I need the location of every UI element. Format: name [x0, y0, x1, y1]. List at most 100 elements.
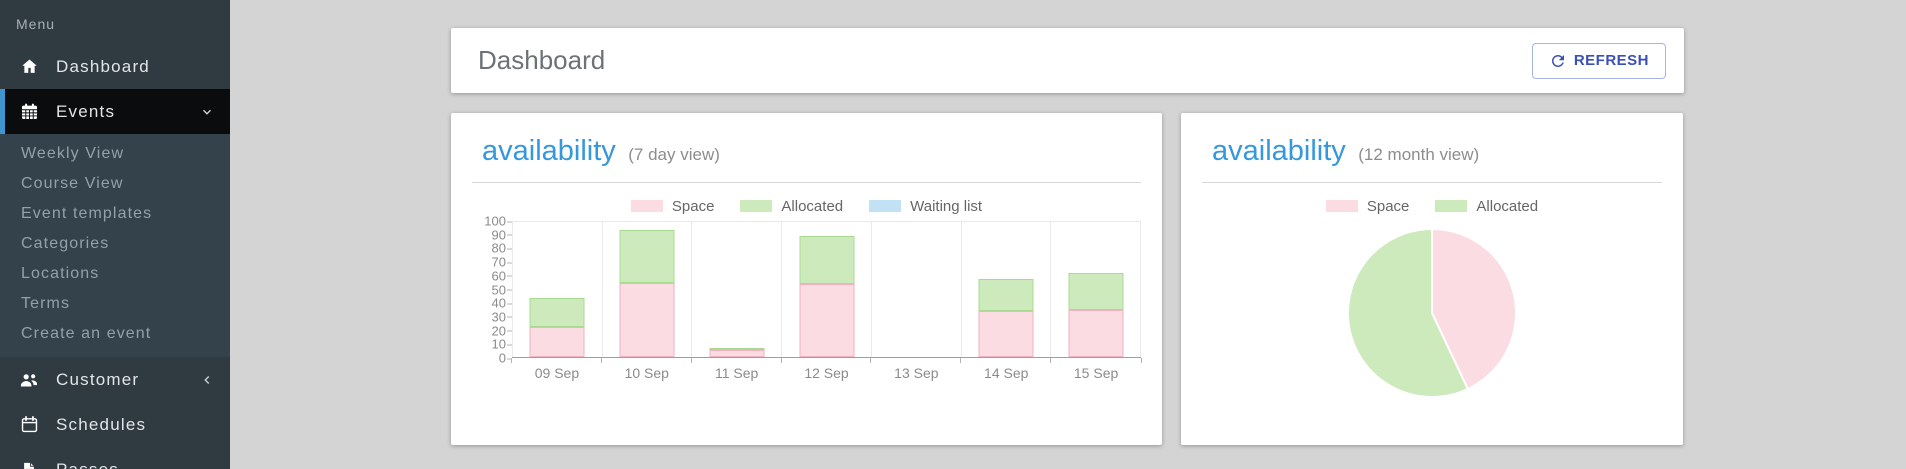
- legend-label: Space: [1366, 197, 1410, 215]
- refresh-button[interactable]: REFRESH: [1531, 42, 1666, 79]
- sidebar-item-event-templates[interactable]: Event templates: [0, 199, 230, 229]
- legend-item-waiting-list[interactable]: Waiting list: [869, 198, 982, 215]
- divider: [1202, 182, 1662, 183]
- users-icon: [16, 370, 42, 390]
- card-subtitle: (7 day view): [628, 145, 720, 164]
- sidebar-item-label: Schedules: [56, 414, 147, 434]
- file-icon: [16, 461, 42, 469]
- stacked-bar: [799, 222, 855, 357]
- bar-segment-space: [799, 284, 855, 357]
- bar-segment-allocated: [619, 230, 675, 283]
- x-tick-label: 12 Sep: [780, 358, 872, 381]
- legend-item-space[interactable]: Space: [630, 197, 715, 215]
- sidebar-item-dashboard[interactable]: Dashboard: [0, 44, 230, 89]
- legend-swatch: [1435, 200, 1468, 212]
- bar-slot: [870, 222, 961, 357]
- page-title: Dashboard: [478, 45, 606, 75]
- y-tick-label: 60: [491, 268, 513, 284]
- sidebar-item-label: Dashboard: [56, 56, 150, 76]
- bar-slot: [601, 222, 692, 357]
- legend-label: Waiting list: [910, 197, 983, 215]
- card-subtitle: (12 month view): [1358, 145, 1480, 164]
- stacked-bar: [529, 222, 585, 357]
- legend-item-allocated[interactable]: Allocated: [1435, 198, 1538, 215]
- bar-slot: [781, 222, 871, 357]
- bar-segment-space: [709, 350, 765, 357]
- refresh-label: REFRESH: [1573, 52, 1649, 69]
- main-content: Dashboard REFRESH availability (7 day vi…: [230, 0, 1906, 469]
- sidebar-item-categories[interactable]: Categories: [0, 229, 230, 259]
- bar-legend: Space Allocated Waiting list: [472, 195, 1141, 217]
- card-header: availability (12 month view): [1202, 135, 1662, 168]
- sidebar-item-events[interactable]: Events: [0, 89, 230, 134]
- x-tick-label: 11 Sep: [690, 358, 782, 381]
- stacked-bar: [709, 222, 765, 357]
- legend-label: Allocated: [781, 197, 844, 215]
- legend-label: Allocated: [1476, 197, 1539, 215]
- legend-item-space[interactable]: Space: [1325, 197, 1410, 215]
- sidebar-item-schedules[interactable]: Schedules: [0, 402, 230, 447]
- y-tick-label: 20: [491, 323, 513, 339]
- bar-segment-allocated: [978, 278, 1034, 312]
- bar-x-axis: 09 Sep 10 Sep 11 Sep 12 Sep 13 Sep 14 Sep 15 S…: [511, 358, 1142, 381]
- stacked-bar: [978, 222, 1034, 357]
- sidebar-item-terms[interactable]: Terms: [0, 289, 230, 319]
- sidebar-item-label: Events: [56, 101, 116, 121]
- sidebar: Menu Dashboard Events Weekly View Course…: [0, 0, 230, 469]
- sidebar-item-create-an-event[interactable]: Create an event: [0, 319, 230, 349]
- bar-segment-allocated: [529, 297, 585, 328]
- bar-plot-wrap: 09 Sep 10 Sep 11 Sep 12 Sep 13 Sep 14 Sep 15 S…: [511, 221, 1142, 381]
- sidebar-item-customer[interactable]: Customer: [0, 357, 230, 402]
- card-title: availability: [1212, 135, 1346, 167]
- stacked-bar: [1068, 222, 1124, 357]
- home-icon: [16, 57, 42, 76]
- bar-slot: [512, 222, 602, 357]
- pie-legend: Space Allocated: [1202, 195, 1662, 217]
- y-tick-label: 40: [491, 295, 513, 311]
- bar-plot: [512, 221, 1142, 358]
- sidebar-item-label: Passes: [56, 459, 119, 469]
- availability-7day-card: availability (7 day view) Space Allocated…: [451, 113, 1162, 445]
- x-tick-label: 15 Sep: [1050, 358, 1142, 381]
- bar-segment-space: [978, 311, 1034, 357]
- charts-row: availability (7 day view) Space Allocated…: [451, 113, 1906, 445]
- sidebar-menu-label: Menu: [16, 16, 56, 32]
- y-tick-label: 30: [491, 309, 513, 325]
- availability-12month-card: availability (12 month view) Space Alloca…: [1181, 113, 1683, 445]
- legend-label: Space: [671, 197, 715, 215]
- bar-y-axis: 0 10 20 30 40 50 60 70 80 90 100: [472, 214, 513, 366]
- y-tick-label: 80: [491, 240, 513, 256]
- sidebar-item-course-view[interactable]: Course View: [0, 169, 230, 199]
- sidebar-item-weekly-view[interactable]: Weekly View: [0, 139, 230, 169]
- y-tick-label: 100: [484, 213, 512, 229]
- y-tick-label: 50: [491, 282, 513, 297]
- sidebar-item-label: Customer: [56, 369, 140, 389]
- pie-chart: [1202, 225, 1662, 401]
- x-tick-label: 10 Sep: [600, 358, 692, 381]
- bar-slot: [1050, 222, 1142, 357]
- y-tick-label: 10: [491, 336, 513, 352]
- sidebar-item-passes[interactable]: Passes: [0, 447, 230, 469]
- legend-swatch: [630, 200, 663, 212]
- x-tick-label: 14 Sep: [960, 358, 1051, 381]
- x-tick-label: 13 Sep: [870, 358, 961, 381]
- bar-segment-allocated: [799, 235, 855, 285]
- chevron-left-icon: [200, 373, 214, 387]
- y-tick-label: 70: [491, 254, 513, 270]
- events-submenu: Weekly View Course View Event templates …: [0, 134, 230, 357]
- bar-segment-allocated: [1068, 273, 1124, 310]
- dashboard-header-card: Dashboard REFRESH: [451, 28, 1684, 93]
- pie-svg: [1347, 228, 1517, 398]
- legend-item-allocated[interactable]: Allocated: [740, 198, 843, 215]
- sidebar-item-locations[interactable]: Locations: [0, 259, 230, 289]
- card-header: availability (7 day view): [472, 135, 1141, 168]
- legend-swatch: [1325, 200, 1358, 212]
- stacked-bar: [619, 222, 675, 357]
- chevron-down-icon: [200, 105, 214, 119]
- calendar-outline-icon: [16, 415, 42, 434]
- legend-swatch: [869, 200, 902, 212]
- card-title: availability: [482, 135, 616, 167]
- bar-slot: [960, 222, 1051, 357]
- y-tick-label: 0: [498, 350, 513, 366]
- calendar-icon: [16, 102, 42, 121]
